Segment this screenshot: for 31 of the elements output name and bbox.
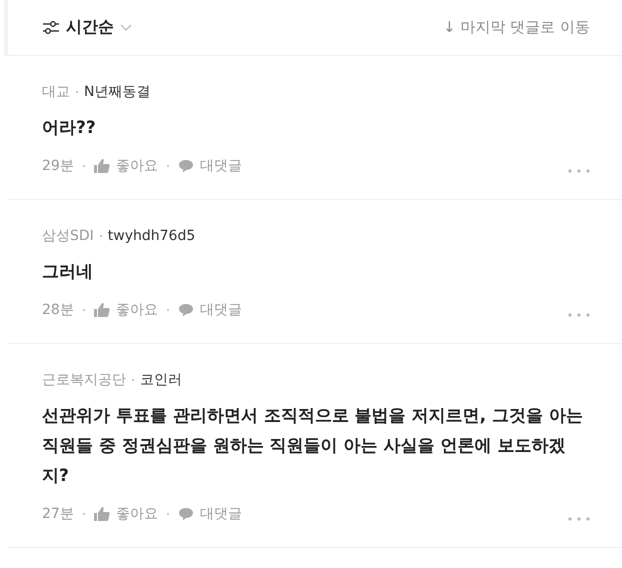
more-options-icon[interactable] <box>568 313 590 317</box>
thumbs-up-icon[interactable] <box>94 159 110 173</box>
speech-bubble-icon[interactable] <box>178 303 194 317</box>
speech-bubble-icon[interactable] <box>178 507 194 521</box>
speech-bubble-icon[interactable] <box>178 159 194 173</box>
more-options-icon[interactable] <box>568 169 590 173</box>
nickname[interactable]: twyhdh76d5 <box>108 228 196 244</box>
company-name: 근로복지공단 <box>42 371 126 389</box>
like-button[interactable]: 좋아요 <box>116 301 158 319</box>
sort-dropdown[interactable]: 시간순 <box>66 17 114 38</box>
reply-button[interactable]: 대댓글 <box>200 301 242 319</box>
comment-time: 28분 <box>42 301 74 319</box>
like-button[interactable]: 좋아요 <box>116 505 158 523</box>
comment-time: 27분 <box>42 505 74 523</box>
reply-button[interactable]: 대댓글 <box>200 505 242 523</box>
reply-button[interactable]: 대댓글 <box>200 157 242 175</box>
thumbs-up-icon[interactable] <box>94 507 110 521</box>
chevron-down-icon[interactable] <box>120 24 132 32</box>
nickname[interactable]: N년째동결 <box>84 83 150 101</box>
like-button[interactable]: 좋아요 <box>116 157 158 175</box>
company-name: 대교 <box>42 83 70 101</box>
comment-text: 어라?? <box>42 117 97 140</box>
comment-time: 29분 <box>42 157 74 175</box>
comment-text: 선관위가 투표를 관리하면서 조직적으로 불법을 저지르면, 그것을 아는 직원들 중 정권심판을 원하는 직원들이 아는 사실을 언론에 보도하겠지? <box>42 405 584 488</box>
jump-to-last-comment-link[interactable]: ↓ 마지막 댓글로 이동 <box>443 18 590 37</box>
filter-icon <box>42 20 60 36</box>
thumbs-up-icon[interactable] <box>94 303 110 317</box>
company-name: 삼성SDI <box>42 227 94 245</box>
nickname[interactable]: 코인러 <box>140 371 182 389</box>
more-options-icon[interactable] <box>568 517 590 521</box>
comment-text: 그러네 <box>42 261 94 284</box>
